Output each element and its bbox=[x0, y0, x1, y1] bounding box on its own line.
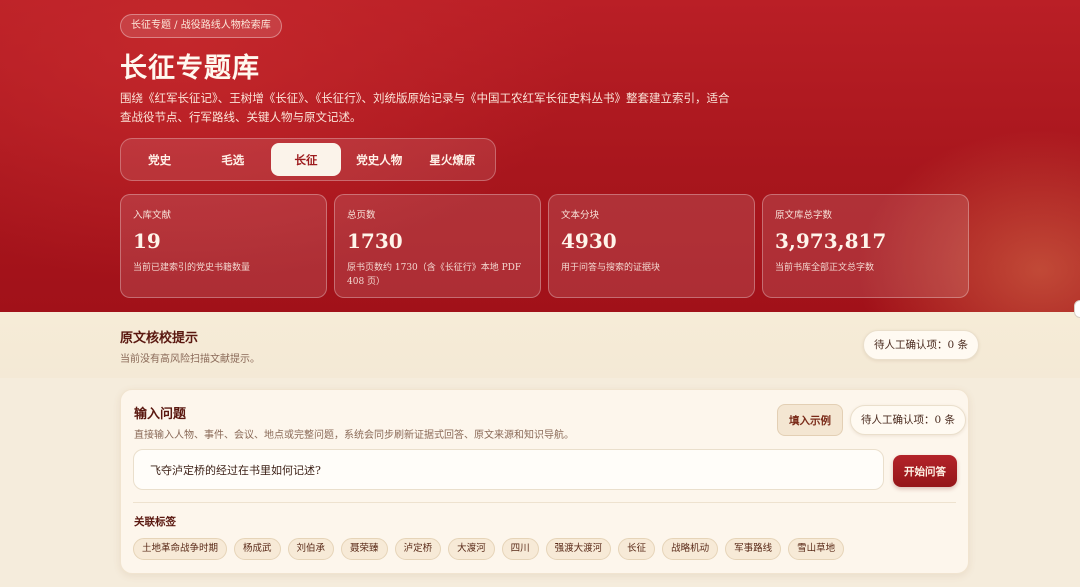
tag-chip[interactable]: 军事路线 bbox=[725, 538, 782, 560]
tag-chip[interactable]: 聂荣臻 bbox=[341, 538, 388, 560]
stat-label: 总页数 bbox=[347, 210, 376, 221]
tag-chip[interactable]: 雪山草地 bbox=[788, 538, 845, 560]
page-title: 长征专题库 bbox=[120, 53, 260, 84]
tab-long-march[interactable]: 长征 bbox=[271, 143, 341, 176]
tag-chip[interactable]: 刘伯承 bbox=[287, 538, 335, 560]
stat-label: 文本分块 bbox=[561, 210, 600, 221]
question-card: 输入问题 直接输入人物、事件、会议、地点或完整问题，系统会同步刷新证据式回答、原… bbox=[120, 389, 969, 574]
pending-review-badge[interactable]: 待人工确认项：0 条 bbox=[863, 330, 980, 360]
stat-card-documents: 入库文献 19 当前已建索引的党史书籍数量 bbox=[120, 194, 327, 298]
question-card-subtitle: 直接输入人物、事件、会议、地点或完整问题，系统会同步刷新证据式回答、原文来源和知… bbox=[134, 430, 574, 441]
tag-chip[interactable]: 土地革命战争时期 bbox=[133, 538, 228, 560]
tag-chip[interactable]: 大渡河 bbox=[448, 538, 495, 560]
hero-banner: 长征专题 / 战役路线人物检索库 长征专题库 围绕《红军长征记》、王树增《长征》… bbox=[0, 0, 1080, 312]
stat-card-pages: 总页数 1730 原书页数约 1730（含《长征行》本地 PDF 408 页） bbox=[334, 194, 541, 298]
tag-chip[interactable]: 杨成武 bbox=[234, 538, 281, 560]
stat-note: 当前书库全部正文总字数 bbox=[775, 263, 875, 273]
pending-review-badge[interactable]: 待人工确认项：0 条 bbox=[850, 405, 967, 435]
tab-party-figures[interactable]: 党史人物 bbox=[345, 143, 414, 176]
stat-label: 原文库总字数 bbox=[775, 210, 833, 221]
notice-subtitle: 当前没有高风险扫描文献提示。 bbox=[120, 354, 260, 365]
stat-label: 入库文献 bbox=[133, 210, 172, 221]
tag-chip[interactable]: 强渡大渡河 bbox=[545, 538, 612, 560]
stat-note: 原书页数约 1730（含《长征行》本地 PDF 408 页） bbox=[347, 263, 522, 287]
stat-value: 4930 bbox=[561, 229, 617, 253]
stat-card-word-count: 原文库总字数 3,973,817 当前书库全部正文总字数 bbox=[762, 194, 969, 298]
tag-chip[interactable]: 泸定桥 bbox=[394, 538, 442, 560]
question-input[interactable] bbox=[133, 449, 884, 490]
notice-title: 原文核校提示 bbox=[120, 331, 199, 346]
fill-example-button[interactable]: 填入示例 bbox=[777, 404, 843, 436]
related-tags-title: 关联标签 bbox=[134, 516, 176, 528]
page-description: 围绕《红军长征记》、王树增《长征》、《长征行》、刘统版原始记录与《中国工农红军长… bbox=[120, 91, 730, 124]
topic-tabs: 党史 毛选 长征 党史人物 星火燎原 bbox=[120, 138, 496, 181]
stat-card-chunks: 文本分块 4930 用于问答与搜索的证据块 bbox=[548, 194, 755, 298]
tag-chip[interactable]: 长征 bbox=[618, 538, 656, 560]
stat-note: 当前已建索引的党史书籍数量 bbox=[133, 263, 251, 273]
stat-value: 19 bbox=[133, 229, 161, 253]
tab-mao-selected[interactable]: 毛选 bbox=[198, 143, 267, 176]
breadcrumb[interactable]: 长征专题 / 战役路线人物检索库 bbox=[120, 14, 282, 38]
proofread-notice: 原文核校提示 当前没有高风险扫描文献提示。 待人工确认项：0 条 bbox=[0, 312, 1080, 378]
stat-value: 1730 bbox=[347, 229, 403, 253]
tag-chip[interactable]: 战略机动 bbox=[662, 538, 719, 560]
stat-note: 用于问答与搜索的证据块 bbox=[561, 263, 661, 273]
question-card-title: 输入问题 bbox=[134, 407, 187, 422]
tab-party-history[interactable]: 党史 bbox=[125, 143, 194, 176]
divider bbox=[133, 502, 956, 503]
tag-chip[interactable]: 四川 bbox=[501, 538, 539, 560]
tab-spark-prairie[interactable]: 星火燎原 bbox=[418, 143, 487, 176]
start-ask-button[interactable]: 开始问答 bbox=[893, 455, 957, 487]
related-tags: 土地革命战争时期 杨成武 刘伯承 聂荣臻 泸定桥 大渡河 四川 强渡大渡河 长征… bbox=[133, 538, 845, 560]
edge-scroll-handle[interactable] bbox=[1074, 300, 1080, 318]
stat-value: 3,973,817 bbox=[775, 229, 887, 253]
